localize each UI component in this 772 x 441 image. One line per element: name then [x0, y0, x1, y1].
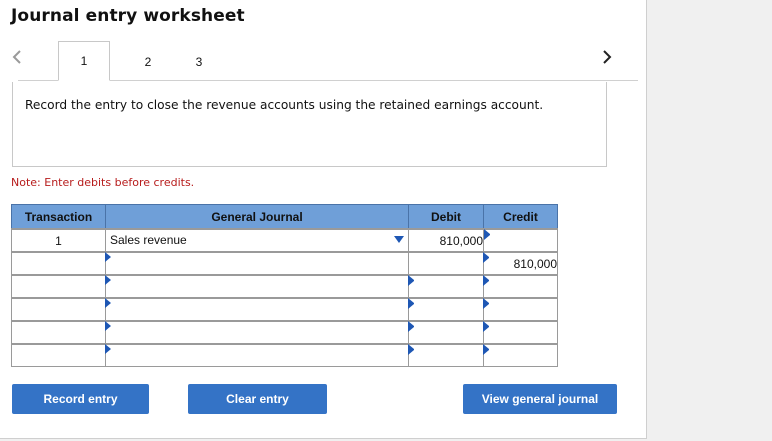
prev-tab-button[interactable] [8, 45, 26, 69]
tab-2[interactable]: 2 [123, 44, 173, 80]
transaction-cell[interactable] [11, 320, 106, 345]
debit-input[interactable]: 810,000 [408, 228, 490, 253]
next-tab-button[interactable] [598, 45, 616, 69]
account-select[interactable] [105, 251, 409, 276]
instruction-text: Record the entry to close the revenue ac… [25, 98, 544, 112]
tab-1[interactable]: 1 [58, 41, 110, 81]
record-entry-button[interactable]: Record entry [12, 384, 149, 414]
account-select[interactable] [105, 343, 409, 367]
tab-3[interactable]: 3 [174, 44, 224, 80]
transaction-cell[interactable] [11, 251, 106, 276]
input-marker-icon [105, 252, 111, 262]
credit-value: 810,000 [513, 257, 557, 271]
input-marker-icon [408, 275, 414, 286]
input-marker-icon [105, 275, 111, 285]
input-marker-icon [105, 298, 111, 308]
credit-input[interactable]: 810,000 [483, 251, 558, 276]
credit-input[interactable] [483, 228, 558, 253]
clear-entry-button[interactable]: Clear entry [188, 384, 327, 414]
account-select[interactable] [105, 274, 409, 299]
input-marker-icon [408, 298, 414, 309]
page-title: Journal entry worksheet [11, 6, 245, 26]
transaction-cell[interactable] [11, 343, 106, 367]
account-select[interactable]: Sales revenue [105, 228, 409, 253]
note-text: Note: Enter debits before credits. [11, 176, 195, 189]
account-select[interactable] [105, 320, 409, 345]
view-general-journal-button[interactable]: View general journal [463, 384, 617, 414]
debit-input[interactable] [408, 343, 484, 367]
input-marker-icon [483, 298, 489, 309]
input-marker-icon [105, 344, 111, 354]
instruction-box: Record the entry to close the revenue ac… [12, 82, 607, 167]
table-row [11, 297, 558, 322]
header-transaction: Transaction [11, 204, 106, 230]
account-select[interactable] [105, 297, 409, 322]
table-row [11, 320, 558, 345]
journal-table: Transaction General Journal Debit Credit… [11, 204, 558, 367]
transaction-cell[interactable] [11, 274, 106, 299]
table-row: 810,000 [11, 251, 558, 276]
header-credit: Credit [483, 204, 558, 230]
header-debit: Debit [408, 204, 484, 230]
account-value: Sales revenue [110, 233, 187, 247]
debit-input[interactable] [408, 274, 484, 299]
debit-input[interactable] [408, 251, 484, 276]
worksheet-panel: Journal entry worksheet 1 2 3 Record the… [0, 0, 647, 439]
debit-input[interactable] [408, 297, 484, 322]
input-marker-icon [105, 321, 111, 331]
input-marker-icon [483, 275, 489, 286]
table-row [11, 343, 558, 367]
chevron-left-icon [12, 50, 21, 64]
transaction-cell[interactable]: 1 [11, 228, 106, 253]
credit-input[interactable] [483, 343, 558, 367]
credit-input[interactable] [483, 297, 558, 322]
debit-value: 810,000 [439, 234, 483, 248]
debit-input[interactable] [408, 320, 484, 345]
chevron-right-icon [603, 50, 612, 64]
journal-header-row: Transaction General Journal Debit Credit [11, 204, 558, 230]
caret-down-icon[interactable] [394, 236, 404, 243]
input-marker-icon [408, 321, 414, 332]
input-marker-icon [483, 252, 489, 263]
input-marker-icon [483, 321, 489, 332]
input-marker-icon [408, 344, 414, 355]
credit-input[interactable] [483, 274, 558, 299]
table-row: 1 Sales revenue 810,000 [11, 228, 558, 253]
table-row [11, 274, 558, 299]
credit-input[interactable] [483, 320, 558, 345]
header-general-journal: General Journal [105, 204, 409, 230]
tab-strip-divider [18, 80, 638, 81]
input-marker-icon [483, 344, 489, 355]
transaction-cell[interactable] [11, 297, 106, 322]
